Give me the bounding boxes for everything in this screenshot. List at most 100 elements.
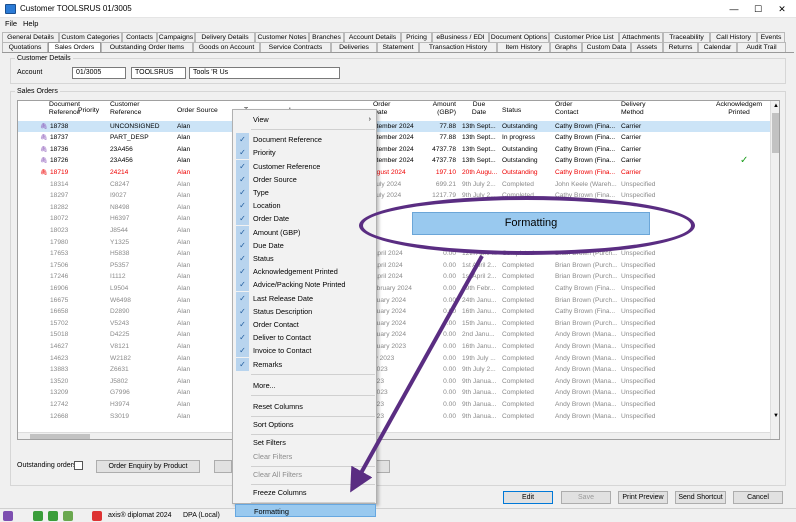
- col-header-amount[interactable]: Amount (GBP): [418, 101, 456, 120]
- tab-attachments[interactable]: Attachments: [619, 32, 663, 42]
- tab-quotations[interactable]: Quotations: [2, 42, 48, 52]
- tab-transaction-history[interactable]: Transaction History: [419, 42, 497, 52]
- menu-item-column-document-reference[interactable]: ✓ Document Reference: [235, 133, 376, 147]
- tab-item-history[interactable]: Item History: [497, 42, 550, 52]
- table-row[interactable]: 🖇 18736 23A456 Alan ptember 2024 4737.78 13th …: [18, 144, 770, 155]
- table-row[interactable]: 13883 Z6631 Alan 2023 0.00 9th July 2... Compl…: [18, 365, 770, 376]
- col-header-duedate[interactable]: Due Date: [462, 101, 496, 120]
- tab-customer-price-list[interactable]: Customer Price List: [549, 32, 619, 42]
- menu-item-column-order-source[interactable]: ✓ Order Source: [235, 172, 376, 186]
- col-header-orderdate[interactable]: Order Date: [373, 101, 413, 120]
- tab-pricing[interactable]: Pricing: [401, 32, 432, 42]
- tab-statement[interactable]: Statement: [377, 42, 419, 52]
- menu-item-set-filters[interactable]: Set Filters: [235, 436, 376, 449]
- menu-item-column-customer-reference[interactable]: ✓ Customer Reference: [235, 159, 376, 173]
- menu-item-formatting[interactable]: Formatting: [235, 504, 376, 518]
- tab-document-options[interactable]: Document Options: [489, 32, 549, 42]
- close-button[interactable]: ✕: [772, 0, 792, 18]
- send-shortcut-button[interactable]: Send Shortcut: [675, 491, 726, 504]
- tab-events[interactable]: Events: [757, 32, 785, 42]
- hscroll-thumb[interactable]: [30, 434, 90, 439]
- menu-item-clear-all-filters[interactable]: Clear All Filters: [235, 468, 376, 481]
- edit-icon[interactable]: [63, 511, 73, 521]
- account-field[interactable]: 01/3005: [72, 67, 126, 79]
- menu-item-column-last-release-date[interactable]: ✓ Last Release Date: [235, 291, 376, 305]
- menu-item-column-status-description[interactable]: ✓ Status Description: [235, 304, 376, 318]
- tab-graphs[interactable]: Graphs: [550, 42, 582, 52]
- menu-help[interactable]: Help: [23, 19, 38, 28]
- tab-calendar[interactable]: Calendar: [698, 42, 737, 52]
- maximize-button[interactable]: ☐: [748, 0, 768, 18]
- hidden-button-2[interactable]: [376, 460, 390, 473]
- col-header-ack[interactable]: Acknowledgem Printed: [708, 101, 770, 120]
- table-row[interactable]: 17506 P5357 Alan April 2024 0.00 1st April 2.…: [18, 260, 770, 271]
- scroll-up-icon[interactable]: ▲: [772, 103, 779, 111]
- hidden-button[interactable]: [214, 460, 232, 473]
- order-enquiry-button[interactable]: Order Enquiry by Product: [96, 460, 200, 473]
- minimize-button[interactable]: —: [724, 0, 744, 18]
- table-row[interactable]: 🖇 18737 PART_DESP Alan ptember 2024 77.88 13th…: [18, 133, 770, 144]
- save-button[interactable]: Save: [561, 491, 611, 504]
- tab-custom-data[interactable]: Custom Data: [582, 42, 631, 52]
- scroll-thumb[interactable]: [772, 113, 779, 153]
- table-row[interactable]: 16658 D2890 Alan nuary 2024 0.00 16th Janu...…: [18, 307, 770, 318]
- table-row[interactable]: 16675 W6498 Alan nuary 2024 0.00 24th Janu...…: [18, 295, 770, 306]
- menu-item-column-acknowledgement-printed[interactable]: ✓ Acknowledgement Printed: [235, 265, 376, 279]
- tab-returns[interactable]: Returns: [663, 42, 698, 52]
- table-row[interactable]: 15702 V5243 Alan nuary 2024 0.00 15th Janu...…: [18, 318, 770, 329]
- tab-audit-trail[interactable]: Audit Trail: [737, 42, 786, 52]
- col-header-contact[interactable]: Order Contact: [555, 101, 605, 120]
- table-row[interactable]: 12742 H3974 Alan 023 0.00 9th Janua... Complet…: [18, 399, 770, 410]
- tab-customer-notes[interactable]: Customer Notes: [255, 32, 309, 42]
- tab-custom-categories[interactable]: Custom Categories: [59, 32, 122, 42]
- menu-item-reset-columns[interactable]: Reset Columns: [235, 400, 376, 413]
- menu-item-column-invoice-to-contact[interactable]: ✓ Invoice to Contact: [235, 344, 376, 358]
- outstanding-orders-checkbox[interactable]: [74, 461, 83, 470]
- horizontal-scrollbar[interactable]: [18, 432, 770, 439]
- col-header-custref[interactable]: Customer Reference: [110, 101, 165, 120]
- tab-traceability[interactable]: Traceability: [663, 32, 710, 42]
- menu-item-column-amount-gbp-[interactable]: ✓ Amount (GBP): [235, 225, 376, 239]
- scroll-down-icon[interactable]: ▼: [772, 413, 779, 421]
- sync-icon[interactable]: [48, 511, 58, 521]
- table-row[interactable]: 12668 S3019 Alan 023 0.00 9th Janua... Complet…: [18, 411, 770, 422]
- menu-item-column-order-date[interactable]: ✓ Order Date: [235, 212, 376, 226]
- table-row[interactable]: 18314 C8247 Alan July 2024 699.21 9th July 2.…: [18, 179, 770, 190]
- menu-item-column-priority[interactable]: ✓ Priority: [235, 146, 376, 160]
- menu-item-view[interactable]: View ›: [235, 113, 376, 126]
- menu-item-freeze-columns[interactable]: Freeze Columns: [235, 486, 376, 499]
- menu-item-column-due-date[interactable]: ✓ Due Date: [235, 238, 376, 252]
- col-header-delivery[interactable]: Delivery Method: [621, 101, 671, 120]
- table-row[interactable]: 17653 H5838 Alan April 2024 0.00 12th April .…: [18, 249, 770, 260]
- menu-item-column-remarks[interactable]: ✓ Remarks: [235, 357, 376, 371]
- tab-outstanding-order-items[interactable]: Outstanding Order Items: [101, 42, 193, 52]
- tab-goods-on-account[interactable]: Goods on Account: [193, 42, 260, 52]
- menu-item-column-advice-packing-note-printed[interactable]: ✓ Advice/Packing Note Printed: [235, 278, 376, 292]
- refresh-icon[interactable]: [33, 511, 43, 521]
- tab-service-contracts[interactable]: Service Contracts: [260, 42, 331, 52]
- menu-item-column-location[interactable]: ✓ Location: [235, 199, 376, 213]
- tab-contacts[interactable]: Contacts: [122, 32, 157, 42]
- table-row[interactable]: 🖇 18719 24214 Alan ugust 2024 197.10 20th Augu…: [18, 167, 770, 178]
- tab-ebusiness-edi[interactable]: eBusiness / EDI: [432, 32, 489, 42]
- table-row[interactable]: 15018 D4225 Alan nuary 2024 0.00 2nd Janu... C…: [18, 330, 770, 341]
- menu-item-column-status[interactable]: ✓ Status: [235, 252, 376, 265]
- tab-campaigns[interactable]: Campaigns: [157, 32, 195, 42]
- customer-code-field[interactable]: TOOLSRUS: [131, 67, 186, 79]
- tab-deliveries[interactable]: Deliveries: [331, 42, 377, 52]
- tab-delivery-details[interactable]: Delivery Details: [195, 32, 255, 42]
- menu-item-column-order-contact[interactable]: ✓ Order Contact: [235, 318, 376, 331]
- menu-item-sort-options[interactable]: Sort Options: [235, 418, 376, 431]
- table-row[interactable]: 16906 L9504 Alan ebruary 2024 0.00 19th Febr.…: [18, 283, 770, 294]
- sort-icon[interactable]: [3, 511, 13, 521]
- menu-item-column-deliver-to-contact[interactable]: ✓ Deliver to Contact: [235, 331, 376, 345]
- menu-file[interactable]: File: [5, 19, 17, 28]
- table-row[interactable]: 14627 V8121 Alan nuary 2023 0.00 16th Janu...…: [18, 341, 770, 352]
- table-row[interactable]: 13209 G7996 Alan 2023 0.00 9th Janua... Comple…: [18, 388, 770, 399]
- sales-orders-grid[interactable]: Document Reference Priority Customer Ref…: [17, 100, 780, 440]
- table-row[interactable]: 14623 W2182 Alan ly 2023 0.00 19th July ... Co…: [18, 353, 770, 364]
- table-row[interactable]: 17246 I1112 Alan April 2024 0.00 1st April 2.…: [18, 272, 770, 283]
- tab-general-details[interactable]: General Details: [2, 32, 59, 42]
- table-row[interactable]: 🖇 18738 UNCONSIGNED Alan ptember 2024 77.88 13…: [18, 121, 770, 133]
- cancel-button[interactable]: Cancel: [733, 491, 783, 504]
